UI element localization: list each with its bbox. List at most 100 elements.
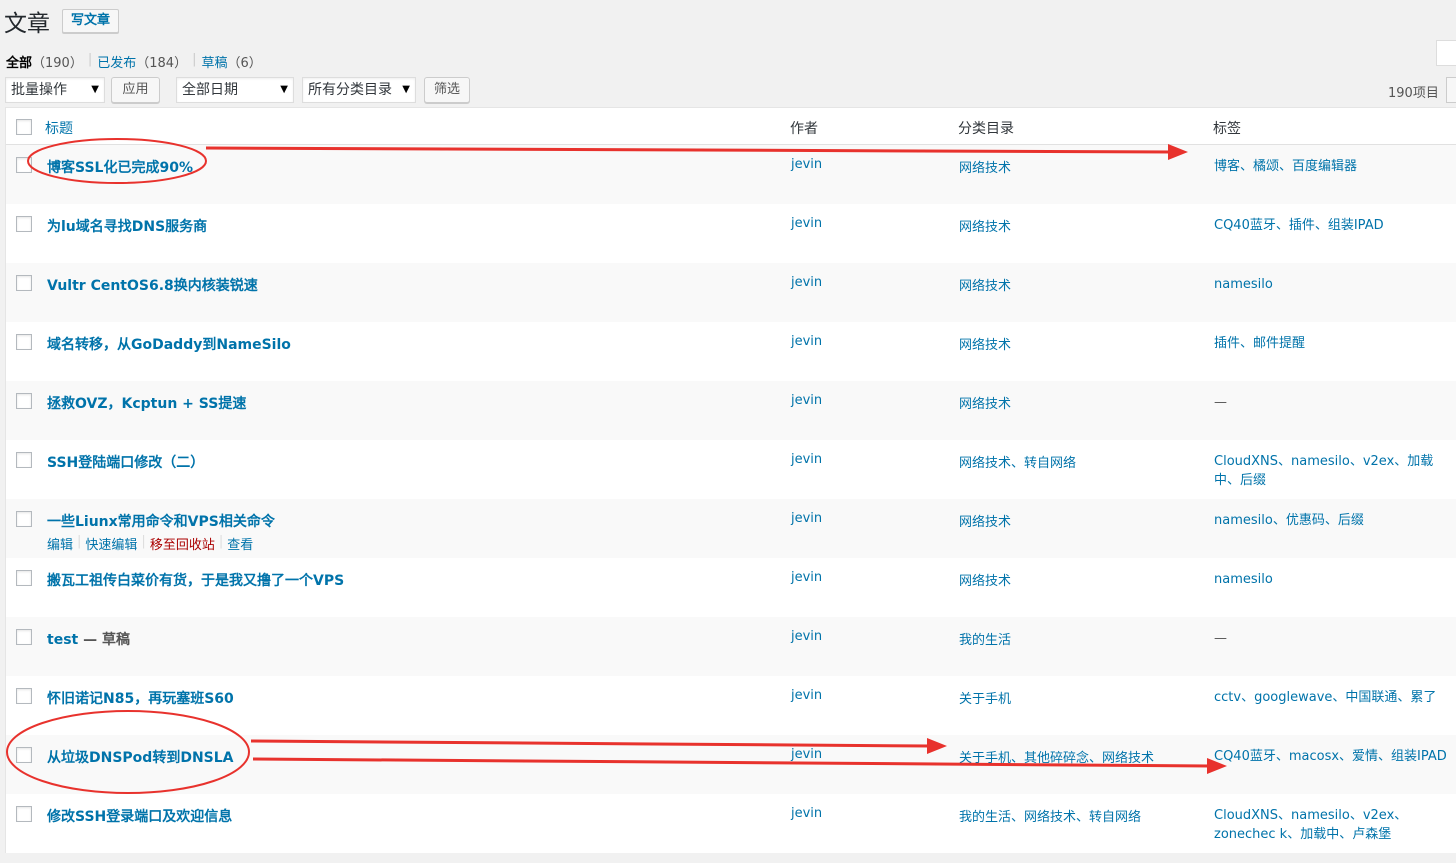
post-tags[interactable]: CloudXNS、namesilo、v2ex、加载中、后缀 bbox=[1214, 452, 1450, 490]
post-author-link[interactable]: jevin bbox=[791, 688, 822, 703]
table-row: Vultr CentOS6.8换内核装锐速 jevin 网络技术 namesil… bbox=[6, 263, 1456, 322]
post-categories[interactable]: 我的生活、网络技术、转自网络 bbox=[959, 806, 1141, 825]
post-author-link[interactable]: jevin bbox=[791, 393, 822, 408]
post-author-link[interactable]: jevin bbox=[791, 334, 822, 349]
page-title: 文章 bbox=[4, 11, 50, 37]
row-checkbox[interactable] bbox=[16, 393, 32, 409]
post-title-link[interactable]: 搬瓦工祖传白菜价有货，于是我又撸了一个VPS bbox=[47, 570, 344, 590]
post-tags[interactable]: CQ40蓝牙、macosx、爱情、组装IPAD bbox=[1214, 747, 1450, 766]
post-author-link[interactable]: jevin bbox=[791, 275, 822, 290]
post-title-link[interactable]: 修改SSH登录端口及欢迎信息 bbox=[47, 806, 232, 826]
post-title-link[interactable]: SSH登陆端口修改（二） bbox=[47, 452, 204, 472]
row-checkbox[interactable] bbox=[16, 511, 32, 527]
post-author-link[interactable]: jevin bbox=[791, 806, 822, 821]
post-categories[interactable]: 网络技术 bbox=[959, 393, 1011, 412]
row-checkbox[interactable] bbox=[16, 806, 32, 822]
post-tags[interactable]: cctv、googlewave、中国联通、累了 bbox=[1214, 688, 1450, 707]
post-title-link[interactable]: test — 草稿 bbox=[47, 629, 130, 649]
row-checkbox[interactable] bbox=[16, 157, 32, 173]
post-categories[interactable]: 网络技术 bbox=[959, 216, 1011, 235]
pagination-button[interactable] bbox=[1446, 77, 1456, 103]
row-checkbox[interactable] bbox=[16, 452, 32, 468]
edit-link[interactable]: 编辑 bbox=[47, 534, 73, 553]
view-separator: | bbox=[87, 52, 93, 67]
quick-edit-link[interactable]: 快速编辑 bbox=[85, 534, 137, 553]
filter-button[interactable]: 筛选 bbox=[424, 77, 470, 103]
view-separator: | bbox=[192, 52, 197, 67]
post-categories[interactable]: 网络技术 bbox=[959, 275, 1011, 294]
table-row: 为lu域名寻找DNS服务商 jevin 网络技术 CQ40蓝牙、插件、组装IPA… bbox=[6, 204, 1456, 263]
category-filter-select[interactable]: 所有分类目录 ▼ bbox=[302, 77, 416, 103]
post-title-link[interactable]: 一些Liunx常用命令和VPS相关命令 bbox=[47, 511, 275, 531]
post-tags[interactable]: 插件、邮件提醒 bbox=[1214, 334, 1450, 353]
select-all-checkbox[interactable] bbox=[16, 119, 32, 135]
column-author-header: 作者 bbox=[790, 121, 818, 137]
post-author-link[interactable]: jevin bbox=[791, 629, 822, 644]
dropdown-arrow-icon: ▼ bbox=[402, 84, 410, 95]
post-title-link[interactable]: 为lu域名寻找DNS服务商 bbox=[47, 216, 207, 236]
row-checkbox[interactable] bbox=[16, 275, 32, 291]
row-checkbox[interactable] bbox=[16, 688, 32, 704]
row-checkbox[interactable] bbox=[16, 216, 32, 232]
date-filter-value: 全部日期 bbox=[182, 82, 238, 98]
column-title-header[interactable]: 标题 bbox=[45, 118, 73, 138]
post-tags[interactable]: namesilo bbox=[1214, 570, 1450, 589]
date-filter-select[interactable]: 全部日期 ▼ bbox=[176, 77, 294, 103]
table-row: 搬瓦工祖传白菜价有货，于是我又撸了一个VPS jevin 网络技术 namesi… bbox=[6, 558, 1456, 617]
post-author-link[interactable]: jevin bbox=[791, 511, 822, 526]
post-author-link[interactable]: jevin bbox=[791, 747, 822, 762]
post-categories[interactable]: 关于手机 bbox=[959, 688, 1011, 707]
post-tags[interactable]: 博客、橘颂、百度编辑器 bbox=[1214, 157, 1450, 176]
bulk-action-select[interactable]: 批量操作 ▼ bbox=[5, 77, 105, 103]
post-title-link[interactable]: 从垃圾DNSPod转到DNSLA bbox=[47, 747, 234, 767]
view-drafts-count: （6） bbox=[227, 56, 262, 71]
post-tags[interactable]: CQ40蓝牙、插件、组装IPAD bbox=[1214, 216, 1450, 235]
search-input[interactable] bbox=[1436, 40, 1456, 66]
row-actions: 编辑 | 快速编辑 | 移至回收站 | 查看 bbox=[47, 534, 253, 553]
post-categories[interactable]: 网络技术 bbox=[959, 334, 1011, 353]
view-link[interactable]: 查看 bbox=[227, 534, 253, 553]
table-row: 域名转移，从GoDaddy到NameSilo jevin 网络技术 插件、邮件提… bbox=[6, 322, 1456, 381]
post-categories[interactable]: 网络技术 bbox=[959, 511, 1011, 530]
post-author-link[interactable]: jevin bbox=[791, 452, 822, 467]
post-author-link[interactable]: jevin bbox=[791, 157, 822, 172]
table-row: SSH登陆端口修改（二） jevin 网络技术、转自网络 CloudXNS、na… bbox=[6, 440, 1456, 499]
add-new-post-button[interactable]: 写文章 bbox=[62, 9, 120, 33]
post-status-views: 全部 （190） | 已发布 （184） | 草稿 （6） bbox=[6, 52, 262, 71]
apply-button[interactable]: 应用 bbox=[111, 77, 160, 103]
row-checkbox[interactable] bbox=[16, 747, 32, 763]
table-row: 从垃圾DNSPod转到DNSLA jevin 关于手机、其他碎碎念、网络技术 C… bbox=[6, 735, 1456, 794]
post-title-link[interactable]: Vultr CentOS6.8换内核装锐速 bbox=[47, 275, 258, 295]
post-tags: — bbox=[1214, 395, 1227, 410]
table-header: 标题 作者 分类目录 标签 bbox=[6, 108, 1456, 145]
dropdown-arrow-icon: ▼ bbox=[280, 84, 288, 95]
post-title-link[interactable]: 域名转移，从GoDaddy到NameSilo bbox=[47, 334, 291, 354]
bulk-action-value: 批量操作 bbox=[11, 82, 67, 98]
row-checkbox[interactable] bbox=[16, 334, 32, 350]
row-action-separator: | bbox=[141, 534, 146, 549]
row-checkbox[interactable] bbox=[16, 629, 32, 645]
post-author-link[interactable]: jevin bbox=[791, 570, 822, 585]
post-author-link[interactable]: jevin bbox=[791, 216, 822, 231]
post-categories[interactable]: 我的生活 bbox=[959, 629, 1011, 648]
post-categories[interactable]: 网络技术 bbox=[959, 570, 1011, 589]
row-checkbox[interactable] bbox=[16, 570, 32, 586]
trash-link[interactable]: 移至回收站 bbox=[150, 534, 215, 553]
post-title-link[interactable]: 拯救OVZ，Kcptun + SS提速 bbox=[47, 393, 246, 413]
table-nav-top: 批量操作 ▼ 应用 全部日期 ▼ 所有分类目录 ▼ 筛选 190项目 bbox=[0, 77, 1456, 105]
post-tags[interactable]: CloudXNS、namesilo、v2ex、zonechec k、加载中、卢森… bbox=[1214, 806, 1450, 844]
view-all-link[interactable]: 全部 bbox=[6, 52, 32, 71]
items-count: 190项目 bbox=[1388, 86, 1439, 101]
post-categories[interactable]: 网络技术、转自网络 bbox=[959, 452, 1076, 471]
post-tags[interactable]: namesilo、优惠码、后缀 bbox=[1214, 511, 1450, 530]
post-title-link[interactable]: 怀旧诺记N85，再玩塞班S60 bbox=[47, 688, 234, 708]
table-row: test — 草稿 jevin 我的生活 — bbox=[6, 617, 1456, 676]
post-tags: — bbox=[1214, 631, 1227, 646]
post-tags[interactable]: namesilo bbox=[1214, 275, 1450, 294]
post-title-link[interactable]: 博客SSL化已完成90% bbox=[47, 157, 193, 177]
table-row: 拯救OVZ，Kcptun + SS提速 jevin 网络技术 — bbox=[6, 381, 1456, 440]
view-drafts-link[interactable]: 草稿 bbox=[201, 52, 227, 71]
post-categories[interactable]: 关于手机、其他碎碎念、网络技术 bbox=[959, 747, 1154, 766]
post-categories[interactable]: 网络技术 bbox=[959, 157, 1011, 176]
view-published-link[interactable]: 已发布 bbox=[97, 52, 136, 71]
